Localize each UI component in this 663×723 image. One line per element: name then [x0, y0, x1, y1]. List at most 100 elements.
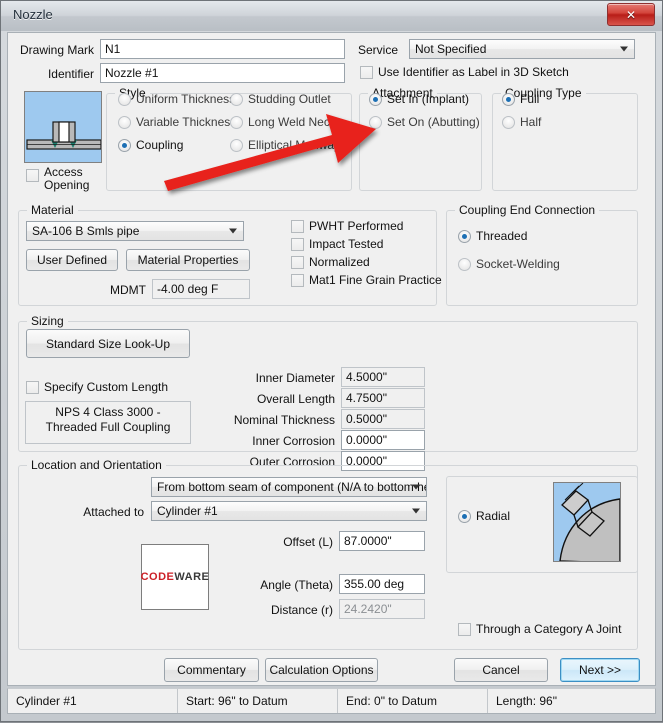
status-cell-length: Length: 96"	[496, 694, 557, 708]
material-dropdown[interactable]: SA-106 B Smls pipe	[26, 221, 244, 241]
datum-value: From bottom seam of component (N/A to bo…	[157, 480, 427, 494]
radio-circle	[230, 115, 243, 129]
style-radio-uniform-thickness[interactable]: Uniform Thickness	[118, 92, 235, 106]
style-radio-coupling[interactable]: Coupling	[118, 138, 183, 152]
use-identifier-label: Use Identifier as Label in 3D Sketch	[378, 65, 569, 79]
attached-to-value: Cylinder #1	[157, 504, 218, 518]
coupling-end-connection-title: Coupling End Connection	[455, 203, 600, 217]
radio-circle	[458, 257, 471, 271]
status-cell-end: End: 0" to Datum	[338, 689, 488, 713]
mdmt-input[interactable]: -4.00 deg F	[152, 279, 250, 299]
attachment-radio-set-in[interactable]: Set In (Implant)	[369, 92, 469, 106]
chevron-down-icon	[620, 46, 628, 52]
cancel-button[interactable]: Cancel	[454, 658, 548, 682]
attached-to-dropdown[interactable]: Cylinder #1	[151, 501, 427, 521]
radio-circle	[458, 509, 471, 523]
sizing-group-title: Sizing	[27, 314, 68, 328]
nominal-thickness-label: Nominal Thickness	[233, 413, 335, 427]
checkbox-box	[458, 622, 471, 636]
checkbox-box	[26, 169, 39, 182]
title-bar: Nozzle ✕	[1, 1, 662, 31]
radio-circle	[502, 115, 515, 129]
checkbox-box	[291, 237, 304, 251]
access-opening-checkbox[interactable]: Access Opening	[26, 166, 89, 192]
radio-circle	[369, 115, 382, 129]
nominal-thickness-input[interactable]: 0.5000"	[341, 409, 425, 429]
radio-circle	[230, 92, 243, 106]
orientation-radio-radial[interactable]: Radial	[458, 509, 510, 523]
radio-circle	[458, 229, 471, 243]
size-description-box: NPS 4 Class 3000 - Threaded Full Couplin…	[25, 401, 191, 444]
drawing-mark-input[interactable]: N1	[100, 39, 345, 59]
material-value: SA-106 B Smls pipe	[32, 224, 140, 238]
window-title: Nozzle	[13, 7, 53, 22]
inner-corrosion-label: Inner Corrosion	[252, 434, 335, 448]
impact-tested-checkbox[interactable]: Impact Tested	[291, 237, 383, 251]
attachment-group: Attachment	[359, 86, 482, 191]
commentary-button[interactable]: Commentary	[164, 658, 259, 682]
offset-input[interactable]: 87.0000"	[339, 531, 425, 551]
fine-grain-practice-checkbox[interactable]: Mat1 Fine Grain Practice	[291, 273, 442, 287]
chevron-down-icon	[229, 228, 237, 234]
angle-theta-label: Angle (Theta)	[260, 578, 333, 592]
overall-length-input[interactable]: 4.7500"	[341, 388, 425, 408]
user-defined-button[interactable]: User Defined	[26, 249, 118, 271]
angle-theta-input[interactable]: 355.00 deg	[339, 574, 425, 594]
end-connection-radio-socket-welding[interactable]: Socket-Welding	[458, 257, 560, 271]
nozzle-dialog-window: Nozzle ✕ Drawing Mark N1 Identifier Nozz…	[0, 0, 663, 722]
end-connection-radio-threaded[interactable]: Threaded	[458, 229, 527, 243]
location-orientation-title: Location and Orientation	[27, 458, 166, 472]
codeware-logo: CODEWARE	[141, 544, 209, 610]
radio-circle	[118, 92, 131, 106]
material-properties-button[interactable]: Material Properties	[126, 249, 250, 271]
inner-corrosion-input[interactable]: 0.0000"	[341, 430, 425, 450]
offset-label: Offset (L)	[283, 535, 333, 549]
status-cell-start: Start: 96" to Datum	[178, 689, 338, 713]
access-opening-label-line2: Opening	[44, 178, 90, 192]
service-value: Not Specified	[415, 42, 487, 56]
through-category-a-joint-checkbox[interactable]: Through a Category A Joint	[458, 622, 621, 636]
close-icon[interactable]: ✕	[607, 3, 655, 26]
next-button[interactable]: Next >>	[560, 658, 640, 682]
specify-custom-length-checkbox[interactable]: Specify Custom Length	[26, 380, 168, 394]
datum-dropdown[interactable]: From bottom seam of component (N/A to bo…	[151, 477, 427, 497]
service-label: Service	[358, 43, 399, 57]
mdmt-label: MDMT	[110, 283, 146, 297]
radio-circle	[118, 115, 131, 129]
access-opening-label-line1: Access	[44, 165, 83, 179]
pwht-performed-checkbox[interactable]: PWHT Performed	[291, 219, 403, 233]
identifier-input[interactable]: Nozzle #1	[100, 63, 345, 83]
distance-r-input: 24.2420"	[339, 599, 425, 619]
overall-length-label: Overall Length	[256, 392, 335, 406]
checkbox-box	[291, 255, 304, 269]
nozzle-preview-image	[24, 91, 102, 163]
dialog-client-area: Drawing Mark N1 Identifier Nozzle #1 Ser…	[7, 32, 656, 686]
radio-circle	[502, 92, 515, 106]
attached-to-label: Attached to	[83, 505, 144, 519]
status-cell-component: Cylinder #1	[8, 689, 178, 713]
checkbox-box	[291, 219, 304, 233]
style-radio-elliptical-manway[interactable]: Elliptical Manway	[230, 138, 340, 152]
use-identifier-checkbox[interactable]: Use Identifier as Label in 3D Sketch	[360, 65, 569, 79]
service-dropdown[interactable]: Not Specified	[409, 39, 635, 59]
checkbox-box	[291, 273, 304, 287]
attachment-radio-set-on[interactable]: Set On (Abutting)	[369, 115, 480, 129]
checkbox-box	[360, 65, 373, 79]
inner-diameter-input[interactable]: 4.5000"	[341, 367, 425, 387]
radio-circle	[369, 92, 382, 106]
coupling-diagram-icon	[25, 92, 101, 162]
style-radio-studding-outlet[interactable]: Studding Outlet	[230, 92, 331, 106]
coupling-type-group: Coupling Type	[492, 86, 638, 191]
drawing-mark-label: Drawing Mark	[19, 43, 94, 57]
chevron-down-icon	[412, 484, 420, 490]
coupling-type-radio-full[interactable]: Full	[502, 92, 539, 106]
style-radio-long-weld-neck[interactable]: Long Weld Neck	[230, 115, 336, 129]
standard-size-lookup-button[interactable]: Standard Size Look-Up	[26, 329, 190, 358]
inner-diameter-label: Inner Diameter	[255, 371, 335, 385]
calculation-options-button[interactable]: Calculation Options	[265, 658, 378, 682]
normalized-checkbox[interactable]: Normalized	[291, 255, 370, 269]
coupling-type-radio-half[interactable]: Half	[502, 115, 541, 129]
status-bar: Cylinder #1 Start: 96" to Datum End: 0" …	[7, 688, 656, 714]
identifier-label: Identifier	[47, 67, 94, 81]
style-radio-variable-thickness[interactable]: Variable Thickness	[118, 115, 236, 129]
